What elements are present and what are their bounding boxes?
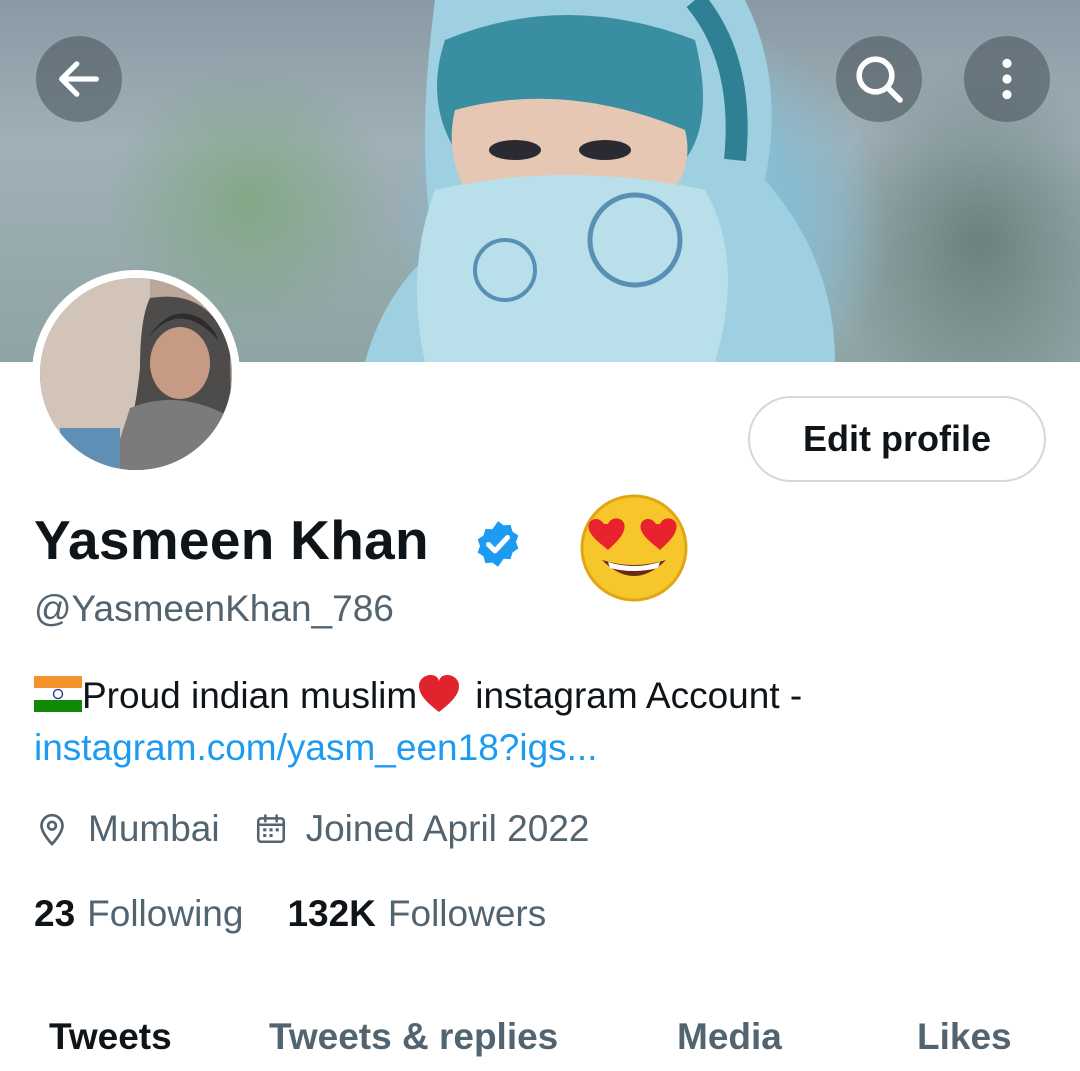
search-button[interactable] xyxy=(836,36,922,122)
profile-stats: 23 Following 132K Followers xyxy=(34,893,590,935)
location-item: Mumbai xyxy=(34,808,220,850)
verified-badge-icon[interactable] xyxy=(472,518,524,570)
heart-eyes-emoji-icon xyxy=(580,494,688,602)
joined-text: Joined April 2022 xyxy=(305,808,590,849)
profile-meta: Mumbai Joined April 2022 xyxy=(34,808,590,850)
followers-count: 132K xyxy=(287,893,376,934)
bio-text-1: Proud indian muslim xyxy=(82,675,418,716)
profile-name: Yasmeen Khan xyxy=(34,509,429,571)
profile-tabs: Tweets Tweets & replies Media Likes xyxy=(0,1010,1080,1071)
avatar-portrait-illustration xyxy=(40,278,232,470)
followers-label: Followers xyxy=(387,893,547,934)
search-icon xyxy=(856,56,903,103)
avatar-image xyxy=(40,278,232,470)
red-heart-icon xyxy=(419,675,460,712)
bio-instagram-link[interactable]: instagram.com/yasm_een18?igs... xyxy=(34,727,598,768)
tab-tweets-replies[interactable]: Tweets & replies xyxy=(269,1016,558,1058)
following-link[interactable]: 23 Following xyxy=(34,893,243,935)
banner-portrait-illustration xyxy=(365,0,835,362)
more-vertical-icon xyxy=(1002,58,1012,100)
edit-profile-button[interactable]: Edit profile xyxy=(748,396,1046,482)
arrow-left-icon xyxy=(59,61,99,97)
followers-link[interactable]: 132K Followers xyxy=(287,893,546,935)
location-text: Mumbai xyxy=(88,808,220,849)
profile-handle: @YasmeenKhan_786 xyxy=(34,588,394,629)
tab-media[interactable]: Media xyxy=(677,1016,782,1058)
back-button[interactable] xyxy=(36,36,122,122)
profile-page: Edit profile Yasmeen Khan @YasmeenKhan_7… xyxy=(0,0,1080,1071)
profile-bio: Proud indian muslim instagram Account - … xyxy=(34,670,1054,774)
more-options-button[interactable] xyxy=(964,36,1050,122)
joined-item: Joined April 2022 xyxy=(254,808,590,850)
tab-tweets[interactable]: Tweets xyxy=(49,1016,172,1058)
profile-avatar[interactable] xyxy=(32,270,240,478)
bio-text-2: instagram Account - xyxy=(475,675,803,716)
india-flag-icon xyxy=(34,676,82,712)
tab-likes[interactable]: Likes xyxy=(917,1016,1012,1058)
following-count: 23 xyxy=(34,893,76,934)
following-label: Following xyxy=(87,893,244,934)
calendar-icon xyxy=(256,814,285,844)
location-pin-icon xyxy=(40,813,64,846)
